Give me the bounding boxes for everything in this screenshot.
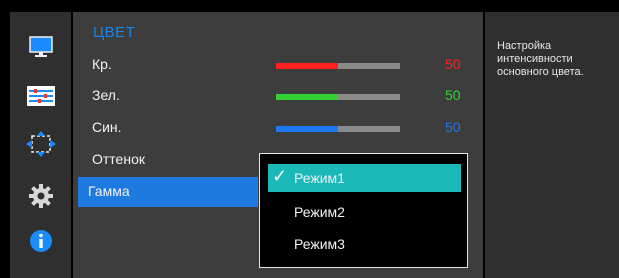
- sidebar-item-info[interactable]: [22, 226, 60, 256]
- monitor-icon: [29, 36, 53, 57]
- blue-slider-fill: [276, 126, 338, 132]
- red-slider-fill: [276, 63, 338, 69]
- setting-row-red[interactable]: Кр. 50: [73, 50, 483, 80]
- dropdown-option-mode2[interactable]: Режим2: [268, 198, 461, 226]
- option-label: Режим2: [294, 204, 345, 220]
- check-icon: ✓: [272, 166, 288, 186]
- sidebar-item-color[interactable]: [22, 81, 60, 111]
- setting-label: Гамма: [88, 183, 130, 199]
- setting-label: Оттенок: [92, 151, 145, 167]
- gear-icon: [29, 184, 53, 208]
- setting-label: Зел.: [92, 87, 120, 103]
- sidebar-item-picture[interactable]: [22, 32, 60, 62]
- setting-label: Кр.: [92, 56, 112, 72]
- dropdown-option-mode1[interactable]: ✓ Режим1: [268, 164, 461, 192]
- setting-row-blue[interactable]: Син. 50: [73, 113, 483, 143]
- left-icon-rail: [10, 12, 71, 278]
- green-slider-fill: [276, 94, 338, 100]
- help-panel: Настройка интенсивности основного цвета.: [485, 12, 619, 278]
- setting-value: 50: [445, 87, 461, 103]
- gamma-dropdown[interactable]: ✓ Режим1 Режим2 Режим3: [259, 153, 468, 268]
- red-slider-track[interactable]: [276, 63, 400, 69]
- setting-label: Син.: [92, 119, 122, 135]
- color-settings-icon: [27, 86, 55, 106]
- blue-slider-track[interactable]: [276, 126, 400, 132]
- setting-row-green[interactable]: Зел. 50: [73, 81, 483, 111]
- resize-icon: [26, 131, 56, 157]
- section-title: ЦВЕТ: [93, 24, 136, 41]
- sidebar-item-size[interactable]: [22, 129, 60, 159]
- option-label: Режим1: [294, 170, 345, 186]
- setting-value: 50: [445, 56, 461, 72]
- sidebar-item-system[interactable]: [22, 181, 60, 211]
- green-slider-track[interactable]: [276, 94, 400, 100]
- info-icon: [30, 230, 52, 252]
- help-text: Настройка интенсивности основного цвета.: [497, 40, 584, 78]
- option-label: Режим3: [294, 236, 345, 252]
- dropdown-option-mode3[interactable]: Режим3: [268, 230, 461, 258]
- setting-value: 50: [445, 119, 461, 135]
